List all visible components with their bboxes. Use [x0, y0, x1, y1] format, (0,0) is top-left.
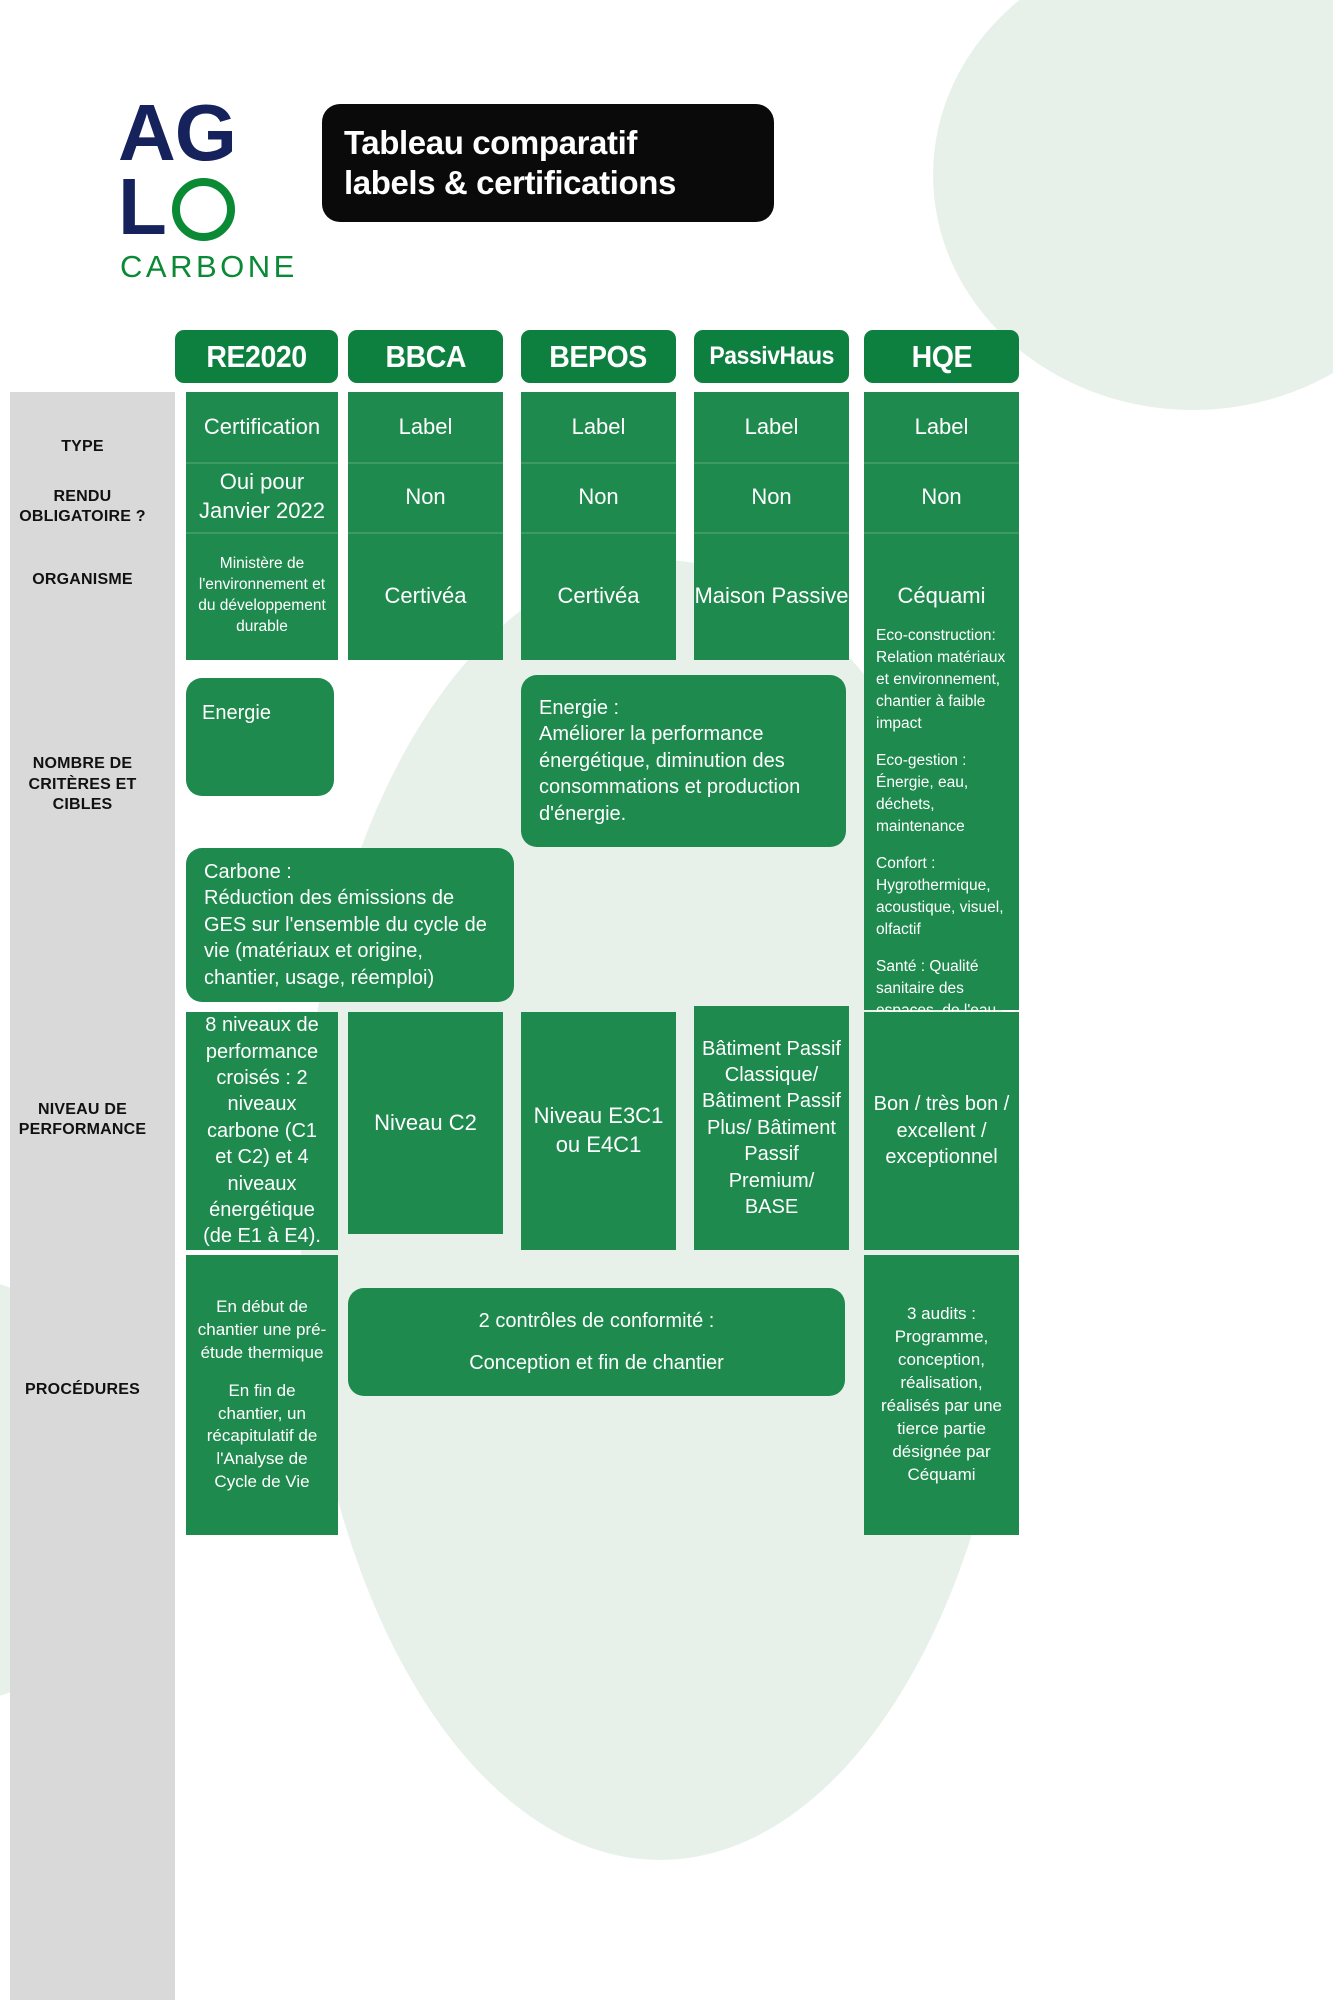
cell-type-bbca: Label — [398, 413, 453, 439]
comparison-table: RE2020 BBCA BEPOS PassivHaus HQE TYPE RE… — [0, 330, 1333, 2000]
row-label-organisme: ORGANISME — [32, 570, 133, 588]
cell-bepos-stack: Label Non Certivéa — [521, 392, 676, 660]
row-label-performance: NIVEAU DE PERFORMANCE — [18, 1100, 147, 1138]
criteres-bepos-title: Energie : — [539, 697, 620, 720]
cell-organisme-bepos: Certivéa — [557, 582, 640, 608]
criteres-carbone-body: Réduction des émissions de GES sur l'ens… — [204, 887, 487, 989]
cell-rendu-passivhaus: Non — [751, 483, 792, 509]
cell-re2020-stack: Certification Oui pour Janvier 2022 Mini… — [186, 392, 338, 660]
cell-rendu-bbca: Non — [405, 483, 446, 509]
logo-text-carbone: CARBONE — [120, 249, 298, 285]
cell-rendu-bepos: Non — [578, 483, 619, 509]
cell-divider — [864, 532, 1019, 534]
logo-text-ag: AG — [118, 88, 237, 177]
cell-rendu-re2020: Oui pour Janvier 2022 — [199, 469, 325, 523]
column-header-passivhaus[interactable]: PassivHaus — [694, 330, 849, 383]
criteres-hqe-eco-construction: Eco-construction: Relation matériaux et … — [876, 627, 1006, 732]
criteres-bepos-body: Améliorer la performance énergétique, di… — [539, 723, 801, 825]
cell-rendu-hqe: Non — [921, 483, 962, 509]
cell-organisme-passivhaus: Maison Passive — [694, 582, 849, 608]
column-header-bbca[interactable]: BBCA — [348, 330, 503, 383]
cell-performance-re2020: 8 niveaux de performance croisés : 2 niv… — [186, 1012, 338, 1250]
cell-type-hqe: Label — [914, 413, 969, 439]
cell-criteres-re2020-carbone: Carbone : Réduction des émissions de GES… — [186, 848, 514, 1002]
procedures-re2020-fin: En fin de chantier, un récapitulatif de … — [206, 1380, 318, 1492]
cell-performance-bepos: Niveau E3C1 ou E4C1 — [521, 1012, 676, 1250]
logo-circle-o-icon — [171, 177, 235, 241]
cell-criteres-re2020-energie: Energie — [186, 678, 334, 796]
cell-divider — [348, 532, 503, 534]
cell-procedures-re2020: En début de chantier une pré-étude therm… — [186, 1255, 338, 1535]
procedures-shared-body: Conception et fin de chantier — [469, 1351, 724, 1374]
logo-line-ag: AG — [118, 88, 318, 177]
table-header-row: RE2020 BBCA BEPOS PassivHaus HQE — [0, 330, 1333, 392]
column-header-re2020[interactable]: RE2020 — [175, 330, 338, 383]
page-title-line1: Tableau comparatif — [344, 123, 637, 161]
cell-procedures-shared: 2 contrôles de conformité : Conception e… — [348, 1288, 845, 1396]
cell-divider — [348, 462, 503, 464]
criteres-hqe-confort: Confort : Hygrothermique, acoustique, vi… — [876, 855, 1004, 938]
cell-divider — [694, 462, 849, 464]
cell-divider — [864, 462, 1019, 464]
column-header-bepos[interactable]: BEPOS — [521, 330, 676, 383]
logo-text-l: L — [118, 161, 167, 251]
row-label-criteres: NOMBRE DE CRITÈRES ET CIBLES — [28, 755, 137, 814]
logo-line-lo: L — [118, 161, 318, 251]
procedures-shared-title: 2 contrôles de conformité : — [478, 1310, 715, 1333]
criteres-hqe-eco-gestion: Eco-gestion : Énergie, eau, déchets, mai… — [876, 752, 969, 835]
page-title: Tableau comparatif labels & certificatio… — [322, 104, 774, 222]
cell-bbca-stack: Label Non Certivéa — [348, 392, 503, 660]
cell-performance-hqe: Bon / très bon / excellent / exceptionne… — [864, 1012, 1019, 1250]
cell-divider — [694, 532, 849, 534]
cell-type-passivhaus: Label — [744, 413, 799, 439]
procedures-re2020-debut: En début de chantier une pré-étude therm… — [197, 1296, 327, 1362]
cell-divider — [521, 462, 676, 464]
cell-type-re2020: Certification — [203, 413, 321, 439]
cell-divider — [521, 532, 676, 534]
cell-criteres-hqe: Eco-construction: Relation matériaux et … — [864, 615, 1019, 1041]
cell-criteres-bepos-energie: Energie : Améliorer la performance énerg… — [521, 675, 846, 847]
cell-organisme-re2020: Ministère de l'environnement et du dével… — [198, 555, 326, 635]
cell-divider — [186, 532, 338, 534]
criteres-carbone-title: Carbone : — [204, 861, 292, 884]
cell-performance-passivhaus: Bâtiment Passif Classique/ Bâtiment Pass… — [694, 1006, 849, 1250]
cell-procedures-hqe: 3 audits : Programme, conception, réalis… — [864, 1255, 1019, 1535]
infographic-page: AG L CARBONE Tableau comparatif labels &… — [0, 0, 1333, 2000]
page-title-line2: labels & certifications — [344, 164, 676, 201]
cell-passivhaus-stack: Label Non Maison Passive — [694, 392, 849, 660]
cell-type-bepos: Label — [571, 413, 626, 439]
row-label-procedures: PROCÉDURES — [25, 1380, 140, 1398]
aglo-carbone-logo: AG L CARBONE — [118, 88, 318, 286]
cell-organisme-bbca: Certivéa — [384, 582, 467, 608]
column-header-hqe[interactable]: HQE — [864, 330, 1019, 383]
cell-performance-bbca: Niveau C2 — [348, 1012, 503, 1234]
cell-divider — [186, 462, 338, 464]
